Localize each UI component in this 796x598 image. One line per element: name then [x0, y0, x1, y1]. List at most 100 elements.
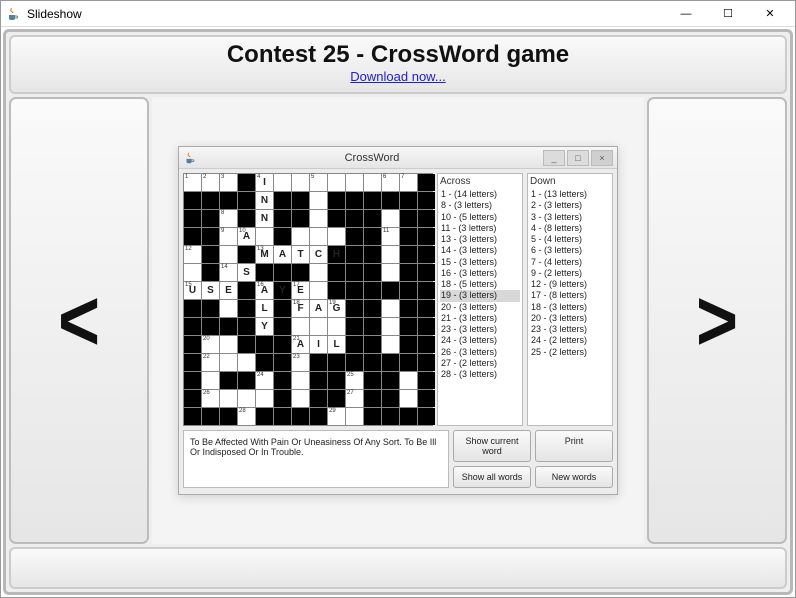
- grid-cell[interactable]: [292, 390, 309, 407]
- grid-cell[interactable]: 17E: [292, 282, 309, 299]
- prev-button[interactable]: <: [9, 97, 149, 544]
- grid-cell[interactable]: 9: [220, 228, 237, 245]
- inner-maximize-button[interactable]: □: [567, 150, 589, 166]
- crossword-grid[interactable]: 1234I567N8N910A111213MATCH14S15USE16AY17…: [183, 173, 433, 426]
- grid-cell[interactable]: 1: [184, 174, 201, 191]
- grid-cell[interactable]: 20: [202, 336, 219, 353]
- grid-cell[interactable]: [202, 372, 219, 389]
- grid-cell[interactable]: 18F: [292, 300, 309, 317]
- across-list[interactable]: Across 1 - (14 letters)8 - (3 letters)10…: [437, 173, 523, 426]
- clue-row[interactable]: 24 - (2 letters): [530, 335, 610, 346]
- grid-cell[interactable]: 3: [220, 174, 237, 191]
- clue-row[interactable]: 1 - (14 letters): [440, 189, 520, 200]
- clue-row[interactable]: 23 - (3 letters): [530, 324, 610, 335]
- grid-cell[interactable]: S: [238, 264, 255, 281]
- grid-cell[interactable]: [292, 372, 309, 389]
- grid-cell[interactable]: 2: [202, 174, 219, 191]
- inner-close-button[interactable]: ×: [591, 150, 613, 166]
- grid-cell[interactable]: 16A: [256, 282, 273, 299]
- minimize-button[interactable]: —: [665, 3, 707, 25]
- grid-cell[interactable]: [238, 390, 255, 407]
- grid-cell[interactable]: 10A: [238, 228, 255, 245]
- grid-cell[interactable]: 6: [382, 174, 399, 191]
- clue-row[interactable]: 26 - (3 letters): [440, 347, 520, 358]
- clue-row[interactable]: 28 - (3 letters): [440, 369, 520, 380]
- grid-cell[interactable]: [382, 246, 399, 263]
- grid-cell[interactable]: 11: [382, 228, 399, 245]
- grid-cell[interactable]: 8: [220, 210, 237, 227]
- clue-row[interactable]: 3 - (3 letters): [530, 212, 610, 223]
- grid-cell[interactable]: 5: [310, 174, 327, 191]
- grid-cell[interactable]: [328, 174, 345, 191]
- grid-cell[interactable]: N: [256, 192, 273, 209]
- print-button[interactable]: Print: [535, 430, 613, 462]
- show-current-word-button[interactable]: Show current word: [453, 430, 531, 462]
- grid-cell[interactable]: S: [202, 282, 219, 299]
- grid-cell[interactable]: [310, 228, 327, 245]
- grid-cell[interactable]: N: [256, 210, 273, 227]
- clue-row[interactable]: 11 - (3 letters): [440, 223, 520, 234]
- grid-cell[interactable]: [292, 228, 309, 245]
- clue-row[interactable]: 2 - (3 letters): [530, 200, 610, 211]
- grid-cell[interactable]: [310, 264, 327, 281]
- grid-cell[interactable]: [328, 318, 345, 335]
- grid-cell[interactable]: [184, 264, 201, 281]
- clue-row[interactable]: 16 - (3 letters): [440, 268, 520, 279]
- grid-cell[interactable]: 14: [220, 264, 237, 281]
- grid-cell[interactable]: [220, 354, 237, 371]
- grid-cell[interactable]: [220, 246, 237, 263]
- clue-row[interactable]: 27 - (2 letters): [440, 358, 520, 369]
- clue-row[interactable]: 7 - (4 letters): [530, 257, 610, 268]
- clue-row[interactable]: 12 - (9 letters): [530, 279, 610, 290]
- grid-cell[interactable]: [220, 336, 237, 353]
- grid-cell[interactable]: [310, 282, 327, 299]
- clue-row[interactable]: 9 - (2 letters): [530, 268, 610, 279]
- grid-cell[interactable]: 25: [346, 372, 363, 389]
- clue-row[interactable]: 19 - (3 letters): [440, 290, 520, 301]
- grid-cell[interactable]: [292, 318, 309, 335]
- grid-cell[interactable]: T: [292, 246, 309, 263]
- grid-cell[interactable]: [346, 408, 363, 425]
- grid-cell[interactable]: 4I: [256, 174, 273, 191]
- clue-row[interactable]: 10 - (5 letters): [440, 212, 520, 223]
- grid-cell[interactable]: [328, 228, 345, 245]
- clue-row[interactable]: 25 - (2 letters): [530, 347, 610, 358]
- grid-cell[interactable]: 12: [184, 246, 201, 263]
- grid-cell[interactable]: [238, 354, 255, 371]
- grid-cell[interactable]: [382, 336, 399, 353]
- grid-cell[interactable]: [220, 390, 237, 407]
- clue-row[interactable]: 17 - (8 letters): [530, 290, 610, 301]
- clue-row[interactable]: 15 - (3 letters): [440, 257, 520, 268]
- grid-cell[interactable]: A: [310, 300, 327, 317]
- grid-cell[interactable]: [256, 390, 273, 407]
- clue-row[interactable]: 5 - (4 letters): [530, 234, 610, 245]
- clue-row[interactable]: 18 - (5 letters): [440, 279, 520, 290]
- grid-cell[interactable]: E: [220, 282, 237, 299]
- grid-cell[interactable]: [382, 300, 399, 317]
- grid-cell[interactable]: [364, 174, 381, 191]
- grid-cell[interactable]: [400, 372, 417, 389]
- grid-cell[interactable]: [292, 174, 309, 191]
- grid-cell[interactable]: L: [256, 300, 273, 317]
- grid-cell[interactable]: [220, 300, 237, 317]
- grid-cell[interactable]: 26: [202, 390, 219, 407]
- grid-cell[interactable]: L: [328, 336, 345, 353]
- clue-row[interactable]: 24 - (3 letters): [440, 335, 520, 346]
- next-button[interactable]: >: [647, 97, 787, 544]
- inner-minimize-button[interactable]: _: [543, 150, 565, 166]
- grid-cell[interactable]: [256, 228, 273, 245]
- grid-cell[interactable]: 13M: [256, 246, 273, 263]
- clue-row[interactable]: 21 - (3 letters): [440, 313, 520, 324]
- close-button[interactable]: ✕: [749, 3, 791, 25]
- clue-row[interactable]: 20 - (3 letters): [440, 302, 520, 313]
- grid-cell[interactable]: [400, 390, 417, 407]
- grid-cell[interactable]: I: [310, 336, 327, 353]
- grid-cell[interactable]: 28: [238, 408, 255, 425]
- grid-cell[interactable]: Y: [256, 318, 273, 335]
- grid-cell[interactable]: 23: [292, 354, 309, 371]
- clue-row[interactable]: 1 - (13 letters): [530, 189, 610, 200]
- grid-cell[interactable]: C: [310, 246, 327, 263]
- clue-row[interactable]: 18 - (3 letters): [530, 302, 610, 313]
- clue-row[interactable]: 20 - (3 letters): [530, 313, 610, 324]
- grid-cell[interactable]: [310, 318, 327, 335]
